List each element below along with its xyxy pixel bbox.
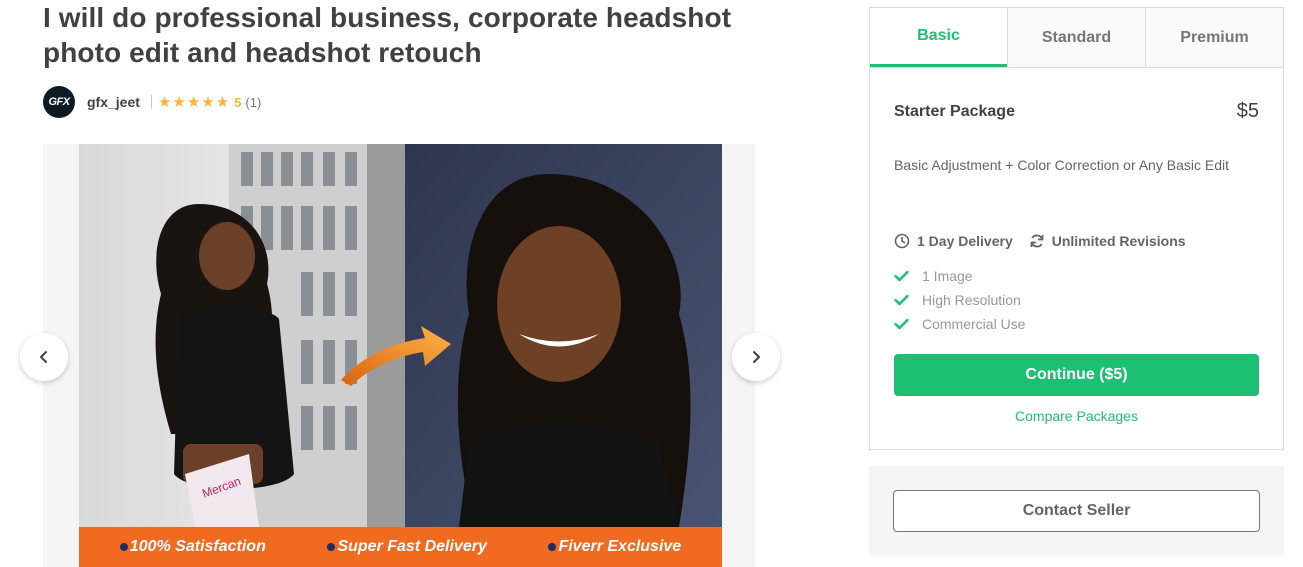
banner-text: 100% Satisfaction	[129, 538, 266, 555]
rating-stars: ★ ★ ★ ★ ★	[158, 95, 230, 110]
avatar[interactable]: GFX	[43, 86, 75, 118]
seller-name[interactable]: gfx_jeet	[87, 94, 140, 110]
gig-title: I will do professional business, corpora…	[43, 2, 732, 68]
feature-label: 1 Image	[922, 268, 973, 284]
delivery-label: 1 Day Delivery	[917, 233, 1013, 249]
bullet-icon	[327, 543, 336, 551]
banner-item: 100% Satisfaction	[119, 538, 266, 556]
promo-banner: 100% Satisfaction Super Fast Delivery Fi…	[79, 527, 722, 567]
avatar-logo-text: GFX	[48, 96, 70, 108]
revisions-label: Unlimited Revisions	[1051, 233, 1186, 249]
tab-premium[interactable]: Premium	[1145, 8, 1283, 67]
feature-item: 1 Image	[894, 264, 1025, 288]
gallery-next-button[interactable]	[732, 333, 780, 381]
chevron-right-icon	[753, 351, 760, 363]
package-name: Starter Package	[894, 102, 1015, 120]
seller-row: GFX gfx_jeet ★ ★ ★ ★ ★ 5 (1)	[43, 86, 261, 118]
chevron-left-icon	[40, 351, 47, 363]
check-icon	[894, 318, 909, 330]
banner-item: Fiverr Exclusive	[548, 538, 681, 556]
divider	[150, 95, 152, 109]
star-icon: ★	[157, 93, 172, 111]
clock-icon	[894, 233, 910, 249]
check-icon	[894, 294, 909, 306]
star-icon: ★	[215, 93, 230, 111]
gallery-prev-button[interactable]	[20, 333, 68, 381]
gallery-slide-image[interactable]: Mercan 100% Satisfaction Super Fast Deli…	[79, 144, 722, 567]
tab-basic[interactable]: Basic	[870, 8, 1007, 67]
banner-text: Fiverr Exclusive	[558, 538, 682, 555]
feature-list: 1 Image High Resolution Commercial Use	[894, 264, 1025, 336]
feature-item: Commercial Use	[894, 312, 1025, 336]
package-price: $5	[1236, 100, 1259, 122]
continue-button[interactable]: Continue ($5)	[894, 354, 1259, 396]
package-header: Starter Package $5	[894, 100, 1259, 123]
star-icon: ★	[186, 93, 201, 111]
feature-label: High Resolution	[922, 292, 1021, 308]
bullet-icon	[119, 543, 128, 551]
star-icon: ★	[172, 93, 186, 111]
tab-standard[interactable]: Standard	[1007, 8, 1145, 67]
banner-item: Super Fast Delivery	[327, 538, 487, 556]
before-after-photo: Mercan	[79, 144, 722, 527]
gig-gallery: Mercan 100% Satisfaction Super Fast Deli…	[43, 144, 755, 567]
banner-text: Super Fast Delivery	[337, 538, 487, 555]
package-tabs: Basic Standard Premium	[870, 8, 1283, 68]
rating-score: 5	[234, 94, 242, 110]
package-card: Basic Standard Premium Starter Package $…	[869, 7, 1284, 450]
package-meta: 1 Day Delivery Unlimited Revisions	[894, 233, 1202, 249]
star-icon: ★	[201, 93, 215, 111]
revisions: Unlimited Revisions	[1029, 233, 1186, 249]
check-icon	[894, 270, 909, 282]
bullet-icon	[548, 543, 557, 551]
compare-packages-link[interactable]: Compare Packages	[894, 408, 1259, 424]
refresh-icon	[1030, 234, 1044, 248]
rating-count[interactable]: (1)	[245, 95, 261, 110]
delivery-time: 1 Day Delivery	[894, 233, 1013, 249]
feature-item: High Resolution	[894, 288, 1025, 312]
feature-label: Commercial Use	[922, 316, 1026, 332]
package-description: Basic Adjustment + Color Correction or A…	[894, 157, 1229, 173]
contact-seller-button[interactable]: Contact Seller	[893, 490, 1260, 532]
contact-section: Contact Seller	[869, 466, 1284, 556]
